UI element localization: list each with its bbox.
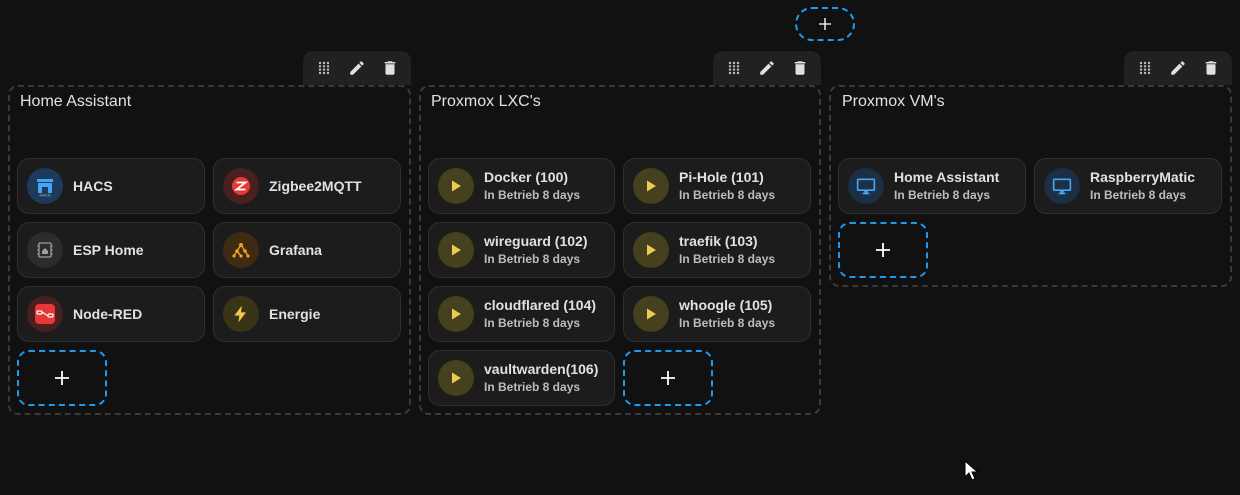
tile-state: In Betrieb 8 days <box>679 252 776 266</box>
section-title: Proxmox LXC's <box>431 93 541 110</box>
edit-section-button[interactable] <box>1164 54 1192 82</box>
mouse-cursor-icon <box>964 460 978 481</box>
trash-icon <box>385 61 396 75</box>
tile-zigbee2mqtt[interactable]: Zigbee2MQTT <box>213 158 401 214</box>
edit-section-button[interactable] <box>753 54 781 82</box>
tile-state: In Betrieb 8 days <box>484 380 581 394</box>
svg-text:HACS: HACS <box>39 193 50 198</box>
drag-handle-icon <box>728 61 739 75</box>
tile-lxc-vaultwarden[interactable]: vaultwarden(106) In Betrieb 8 days <box>428 350 615 406</box>
plus-icon <box>819 18 831 30</box>
tile-state: In Betrieb 8 days <box>679 188 776 202</box>
play-icon <box>633 232 669 268</box>
delete-section-button[interactable] <box>786 54 814 82</box>
grafana-icon <box>223 232 259 268</box>
tile-esp-home[interactable]: ESP Home <box>17 222 205 278</box>
plus-icon <box>661 371 675 385</box>
tile-name: wireguard (102) <box>484 233 588 249</box>
tile-vm-raspberrymatic[interactable]: RaspberryMatic In Betrieb 8 days <box>1034 158 1222 214</box>
tile-node-red[interactable]: Node-RED <box>17 286 205 342</box>
play-icon <box>438 296 474 332</box>
tile-name: whoogle (105) <box>679 297 773 313</box>
drag-handle-icon <box>318 61 329 75</box>
drag-handle-button[interactable] <box>1131 54 1159 82</box>
monitor-icon <box>848 168 884 204</box>
play-icon <box>438 360 474 396</box>
edit-section-button[interactable] <box>343 54 371 82</box>
section-proxmox-vm: Proxmox VM's Home Assistant In Betrieb 8… <box>829 51 1232 288</box>
tile-state: In Betrieb 8 days <box>679 316 776 330</box>
add-card-button[interactable] <box>17 350 107 406</box>
trash-icon <box>795 61 806 75</box>
section-toolbar <box>303 51 411 85</box>
drag-handle-button[interactable] <box>310 54 338 82</box>
tile-name: ESP Home <box>73 241 144 258</box>
tile-name: Zigbee2MQTT <box>269 177 362 194</box>
play-icon <box>438 232 474 268</box>
tile-state: In Betrieb 8 days <box>484 316 581 330</box>
tile-state: In Betrieb 8 days <box>1090 188 1187 202</box>
add-section-button[interactable] <box>795 7 855 41</box>
section-title: Home Assistant <box>20 93 132 110</box>
delete-section-button[interactable] <box>1197 54 1225 82</box>
tile-lxc-traefik[interactable]: traefik (103) In Betrieb 8 days <box>623 222 811 278</box>
tile-lxc-wireguard[interactable]: wireguard (102) In Betrieb 8 days <box>428 222 615 278</box>
pencil-icon <box>760 61 774 75</box>
tile-name: Home Assistant <box>894 169 1000 185</box>
tile-name: cloudflared (104) <box>484 297 597 313</box>
plus-icon <box>55 371 69 385</box>
tile-name: vaultwarden(106) <box>484 361 599 377</box>
section-home-assistant: Home Assistant HACS HACS Zigbee2MQTT ESP… <box>8 51 411 416</box>
section-toolbar <box>713 51 821 85</box>
tile-lxc-pi-hole[interactable]: Pi-Hole (101) In Betrieb 8 days <box>623 158 811 214</box>
tile-lxc-whoogle[interactable]: whoogle (105) In Betrieb 8 days <box>623 286 811 342</box>
drag-handle-icon <box>1139 61 1150 75</box>
tile-name: Node-RED <box>73 305 143 322</box>
esphome-icon <box>27 232 63 268</box>
trash-icon <box>1206 61 1217 75</box>
tile-lxc-cloudflared[interactable]: cloudflared (104) In Betrieb 8 days <box>428 286 615 342</box>
tile-name: HACS <box>73 177 113 194</box>
tile-name: traefik (103) <box>679 233 758 249</box>
tile-state: In Betrieb 8 days <box>894 188 991 202</box>
tile-hacs[interactable]: HACS HACS <box>17 158 205 214</box>
tile-grafana[interactable]: Grafana <box>213 222 401 278</box>
add-card-button[interactable] <box>623 350 713 406</box>
tile-name: RaspberryMatic <box>1090 169 1196 185</box>
hacs-icon: HACS <box>27 168 63 204</box>
node-red-icon <box>27 296 63 332</box>
monitor-icon <box>1044 168 1080 204</box>
section-proxmox-lxc: Proxmox LXC's Docker (100) In Betrieb 8 … <box>419 51 821 416</box>
play-icon <box>633 296 669 332</box>
drag-handle-button[interactable] <box>720 54 748 82</box>
section-toolbar <box>1124 51 1232 85</box>
play-icon <box>438 168 474 204</box>
tile-energie[interactable]: Energie <box>213 286 401 342</box>
tile-name: Grafana <box>269 241 322 258</box>
pencil-icon <box>1171 61 1185 75</box>
pencil-icon <box>350 61 364 75</box>
tile-state: In Betrieb 8 days <box>484 252 581 266</box>
lightning-icon <box>223 296 259 332</box>
tile-name: Docker (100) <box>484 169 569 185</box>
tile-lxc-docker[interactable]: Docker (100) In Betrieb 8 days <box>428 158 615 214</box>
tile-name: Pi-Hole (101) <box>679 169 764 185</box>
tile-name: Energie <box>269 305 321 322</box>
play-icon <box>633 168 669 204</box>
section-title: Proxmox VM's <box>842 93 945 110</box>
tile-vm-home-assistant[interactable]: Home Assistant In Betrieb 8 days <box>838 158 1026 214</box>
delete-section-button[interactable] <box>376 54 404 82</box>
add-card-button[interactable] <box>838 222 928 278</box>
zigbee-icon <box>223 168 259 204</box>
tile-state: In Betrieb 8 days <box>484 188 581 202</box>
plus-icon <box>876 243 890 257</box>
